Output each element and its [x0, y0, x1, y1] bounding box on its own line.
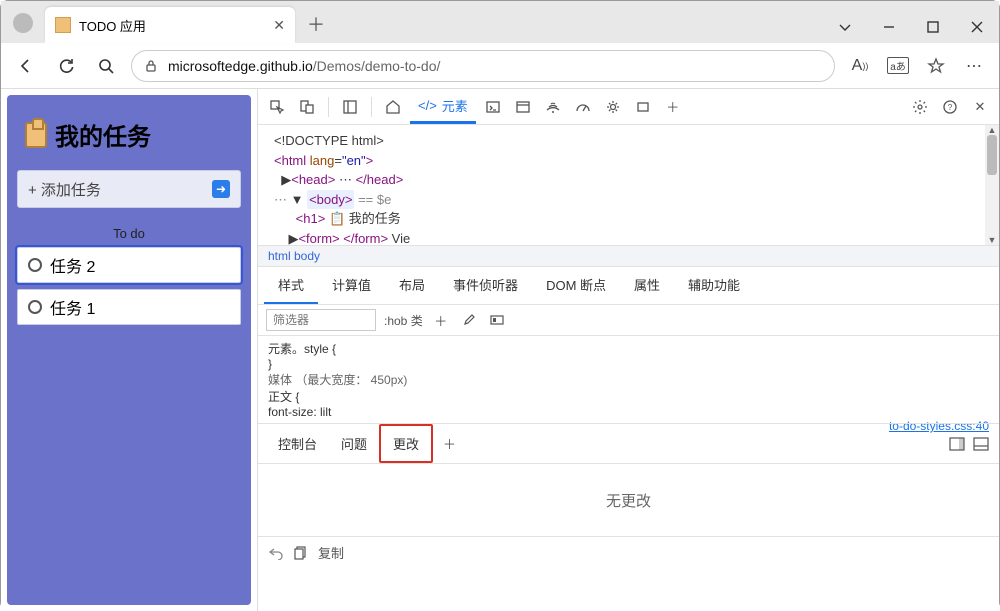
tab-issues[interactable]: 问题 — [329, 426, 379, 461]
task-checkbox[interactable] — [28, 258, 42, 272]
settings-gear-icon[interactable] — [907, 94, 933, 120]
translate-icon[interactable]: aあ — [883, 51, 913, 81]
undo-icon[interactable] — [268, 546, 284, 560]
settings-icon[interactable] — [600, 94, 626, 120]
tab-elements[interactable]: </> 元素 — [410, 90, 476, 124]
favorite-button[interactable] — [921, 51, 951, 81]
tab-layout[interactable]: 布局 — [385, 267, 439, 304]
close-tab-button[interactable]: ✕ — [273, 17, 285, 34]
clipboard-icon — [55, 17, 71, 33]
browser-toolbar: microsoftedge.github.io/Demos/demo-to-do… — [1, 43, 999, 89]
copy-label[interactable]: 复制 — [318, 543, 344, 562]
chevron-down-icon[interactable] — [823, 11, 867, 43]
memory-icon[interactable] — [630, 94, 656, 120]
tab-changes[interactable]: 更改 — [379, 424, 433, 463]
refresh-button[interactable] — [51, 51, 81, 81]
panel-layout-icon[interactable] — [337, 94, 363, 120]
section-label: To do — [17, 226, 241, 241]
devtools-toolbar: </> 元素 ＋ ? ✕ — [258, 89, 999, 125]
tab-computed[interactable]: 计算值 — [318, 267, 385, 304]
close-window-button[interactable] — [955, 11, 999, 43]
changes-drawer: 无更改 复制 — [258, 464, 999, 611]
copy-icon[interactable] — [294, 546, 308, 560]
minimize-button[interactable] — [867, 11, 911, 43]
lock-icon — [144, 59, 158, 73]
new-tab-button[interactable]: ＋ — [307, 11, 325, 37]
maximize-button[interactable] — [911, 11, 955, 43]
tab-properties[interactable]: 属性 — [620, 267, 674, 304]
no-changes-label: 无更改 — [258, 464, 999, 536]
dock-icon[interactable] — [949, 437, 965, 451]
more-tabs-button[interactable]: ＋ — [660, 94, 686, 120]
url-text: microsoftedge.github.io/Demos/demo-to-do… — [168, 58, 440, 74]
console-icon[interactable] — [480, 94, 506, 120]
dom-tree[interactable]: <!DOCTYPE html> <html lang="en"> ▶<head>… — [258, 125, 999, 245]
add-task-label: + 添加任务 — [28, 179, 101, 200]
browser-tab[interactable]: TODO 应用 ✕ — [45, 7, 295, 43]
styles-tabstrip: 样式 计算值 布局 事件侦听器 DOM 断点 属性 辅助功能 — [258, 267, 999, 305]
back-button[interactable] — [11, 51, 41, 81]
app-title: 我的任务 — [55, 117, 151, 152]
styles-pane[interactable]: 元素。style { } 媒体 （最大宽度： 450px) 正文 { font-… — [258, 336, 999, 423]
styles-filter-input[interactable] — [266, 309, 376, 331]
task-item[interactable]: 任务 1 — [17, 289, 241, 325]
device-toggle-icon[interactable] — [294, 94, 320, 120]
clipboard-icon — [25, 122, 47, 148]
drawer-add-tab[interactable]: ＋ — [433, 428, 466, 459]
window-titlebar: TODO 应用 ✕ ＋ — [1, 1, 999, 43]
drawer-tabstrip: 控制台 问题 更改 ＋ — [258, 423, 999, 464]
svg-text:?: ? — [948, 103, 953, 112]
task-label: 任务 1 — [50, 295, 95, 319]
brush-icon[interactable] — [459, 310, 479, 330]
profile-avatar[interactable] — [13, 13, 33, 33]
menu-button[interactable]: ⋯ — [959, 51, 989, 81]
code-icon: </> — [418, 98, 437, 113]
task-checkbox[interactable] — [28, 300, 42, 314]
tab-accessibility[interactable]: 辅助功能 — [674, 267, 754, 304]
tab-dombreakpoints[interactable]: DOM 断点 — [532, 267, 620, 304]
hov-toggle[interactable]: :hob 类 — [384, 312, 423, 329]
submit-icon[interactable]: ➜ — [212, 180, 230, 198]
flex-editor-icon[interactable] — [487, 310, 507, 330]
inspect-icon[interactable] — [264, 94, 290, 120]
task-item[interactable]: 任务 2 — [17, 247, 241, 283]
tab-styles[interactable]: 样式 — [264, 267, 318, 304]
page-viewport: 我的任务 + 添加任务 ➜ To do 任务 2 任务 1 — [1, 89, 257, 611]
styles-filter-bar: :hob 类 ＋ — [258, 305, 999, 336]
tab-title: TODO 应用 — [79, 16, 265, 35]
network-icon[interactable] — [540, 94, 566, 120]
window-controls — [823, 11, 999, 43]
drawer-layout-icon[interactable] — [973, 437, 989, 451]
tab-eventlisteners[interactable]: 事件侦听器 — [439, 267, 532, 304]
add-task-input[interactable]: + 添加任务 ➜ — [17, 170, 241, 208]
help-icon[interactable]: ? — [937, 94, 963, 120]
read-aloud-icon[interactable]: A)) — [845, 51, 875, 81]
sources-icon[interactable] — [510, 94, 536, 120]
tab-console[interactable]: 控制台 — [266, 426, 329, 461]
breadcrumb[interactable]: html body — [258, 245, 999, 267]
devtools-panel: </> 元素 ＋ ? ✕ <!DOCTYPE html> <html lang=… — [257, 89, 999, 611]
scrollbar[interactable]: ▲▼ — [985, 125, 999, 245]
close-devtools-button[interactable]: ✕ — [967, 94, 993, 120]
performance-icon[interactable] — [570, 94, 596, 120]
new-rule-button[interactable]: ＋ — [431, 310, 451, 330]
address-bar[interactable]: microsoftedge.github.io/Demos/demo-to-do… — [131, 50, 835, 82]
task-label: 任务 2 — [50, 253, 95, 277]
search-button[interactable] — [91, 51, 121, 81]
welcome-icon[interactable] — [380, 94, 406, 120]
